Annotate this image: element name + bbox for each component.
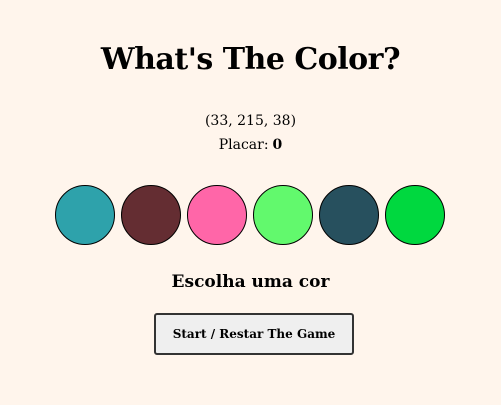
score-display: Placar: 0 bbox=[0, 136, 501, 154]
color-circle-4[interactable] bbox=[253, 185, 313, 245]
color-circle-3[interactable] bbox=[187, 185, 247, 245]
color-circle-1[interactable] bbox=[55, 185, 115, 245]
color-circle-6[interactable] bbox=[385, 185, 445, 245]
color-circle-5[interactable] bbox=[319, 185, 379, 245]
status-message: Escolha uma cor bbox=[171, 272, 330, 292]
score-label: Placar: bbox=[218, 137, 269, 153]
game-title: What's The Color? bbox=[100, 42, 401, 77]
color-circle-2[interactable] bbox=[121, 185, 181, 245]
start-restart-button[interactable]: Start / Restar The Game bbox=[154, 313, 354, 355]
target-rgb-value: (33, 215, 38) bbox=[204, 113, 297, 129]
score-value: 0 bbox=[272, 137, 283, 153]
color-options bbox=[55, 185, 445, 245]
